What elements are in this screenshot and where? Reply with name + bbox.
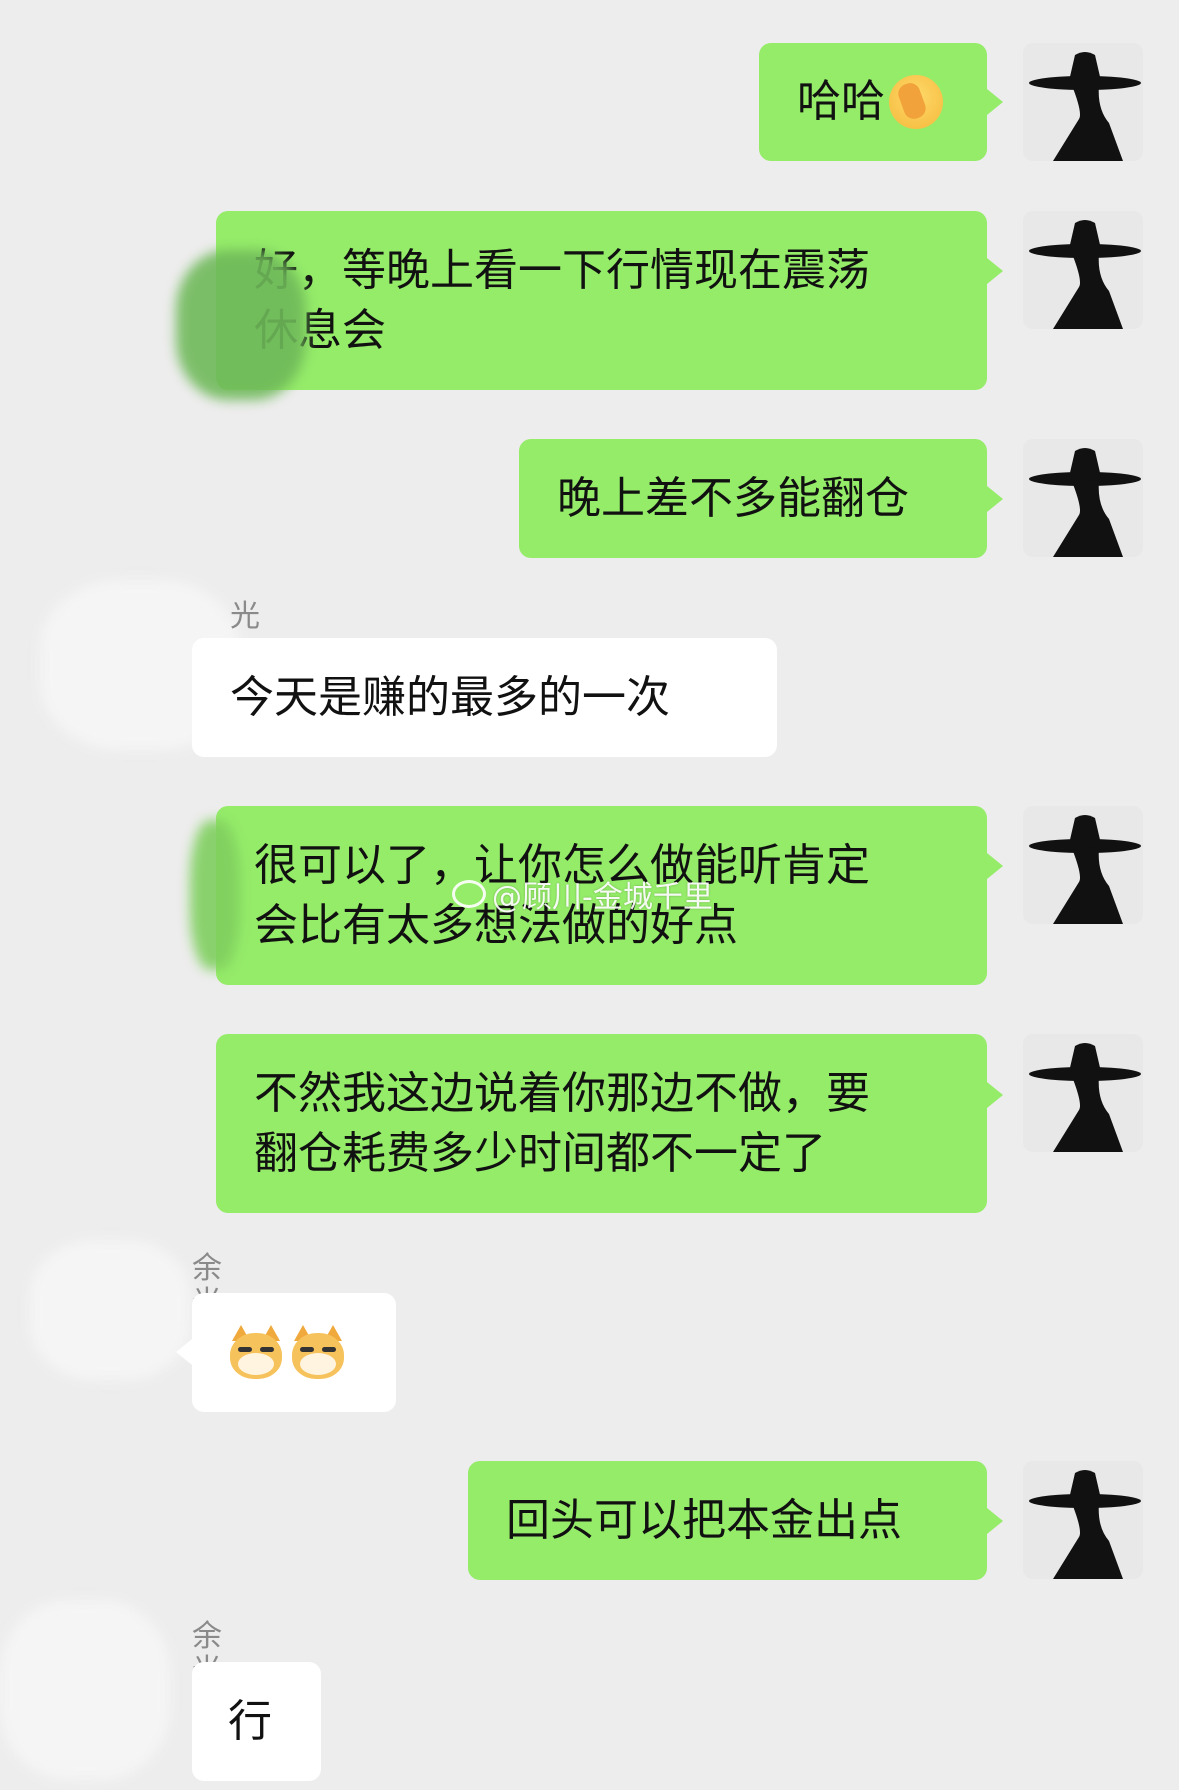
avatar[interactable] [1023, 806, 1143, 924]
avatar-silhouette-icon [1023, 1034, 1143, 1152]
bubble-tail [987, 486, 1003, 512]
message-text: 行 [228, 1695, 272, 1747]
message-bubble[interactable]: 哈哈 [759, 43, 987, 161]
doge-emoji-icon [228, 1324, 284, 1381]
message-bubble[interactable]: 好，等晚上看一下行情现在震荡 休息会 [216, 211, 987, 390]
bubble-tail [987, 1508, 1003, 1534]
bubble-tail [987, 258, 1003, 284]
message-bubble[interactable]: 晚上差不多能翻仓 [519, 439, 987, 558]
message-bubble[interactable]: 行 [192, 1662, 321, 1781]
avatar[interactable] [1023, 211, 1143, 329]
bubble-tail [987, 1082, 1003, 1108]
avatar[interactable] [1023, 1034, 1143, 1152]
message-text: 晚上差不多能翻仓 [557, 472, 909, 524]
redaction-smear [0, 1600, 170, 1780]
redaction-smear [176, 250, 306, 400]
message-bubble[interactable]: 回头可以把本金出点 [468, 1461, 987, 1580]
facepalm-emoji-icon [889, 75, 943, 129]
weibo-icon [452, 880, 486, 908]
avatar-silhouette-icon [1023, 439, 1143, 557]
bubble-tail [987, 853, 1003, 879]
avatar-silhouette-icon [1023, 806, 1143, 924]
redaction-smear [30, 1240, 190, 1380]
redaction-smear [190, 820, 240, 970]
bubble-tail [987, 89, 1003, 115]
avatar-silhouette-icon [1023, 211, 1143, 329]
message-text: 今天是赚的最多的一次 [230, 671, 670, 723]
message-bubble[interactable]: 不然我这边说着你那边不做，要 翻仓耗费多少时间都不一定了 [216, 1034, 987, 1213]
avatar[interactable] [1023, 1461, 1143, 1579]
sender-name: 光 [230, 599, 260, 634]
avatar-silhouette-icon [1023, 1461, 1143, 1579]
message-text: 不然我这边说着你那边不做，要 翻仓耗费多少时间都不一定了 [254, 1067, 870, 1179]
watermark-text: @顾川-金城千里 [492, 880, 713, 915]
message-bubble[interactable] [192, 1293, 396, 1412]
avatar[interactable] [1023, 439, 1143, 557]
chat-area[interactable]: 哈哈 好，等晚上看一下行情现在震荡 休息会 晚上差不多能翻仓 光 今天是赚的最多… [0, 0, 1179, 1790]
bubble-tail [176, 1339, 192, 1365]
avatar-silhouette-icon [1023, 43, 1143, 161]
message-text: 回头可以把本金出点 [506, 1494, 902, 1546]
avatar[interactable] [1023, 43, 1143, 161]
message-text: 哈哈 [797, 76, 885, 127]
message-bubble[interactable]: 今天是赚的最多的一次 [192, 638, 777, 757]
message-text: 好，等晚上看一下行情现在震荡 休息会 [254, 244, 870, 356]
doge-emoji-icon [290, 1324, 346, 1381]
watermark: @顾川-金城千里 [452, 872, 713, 916]
